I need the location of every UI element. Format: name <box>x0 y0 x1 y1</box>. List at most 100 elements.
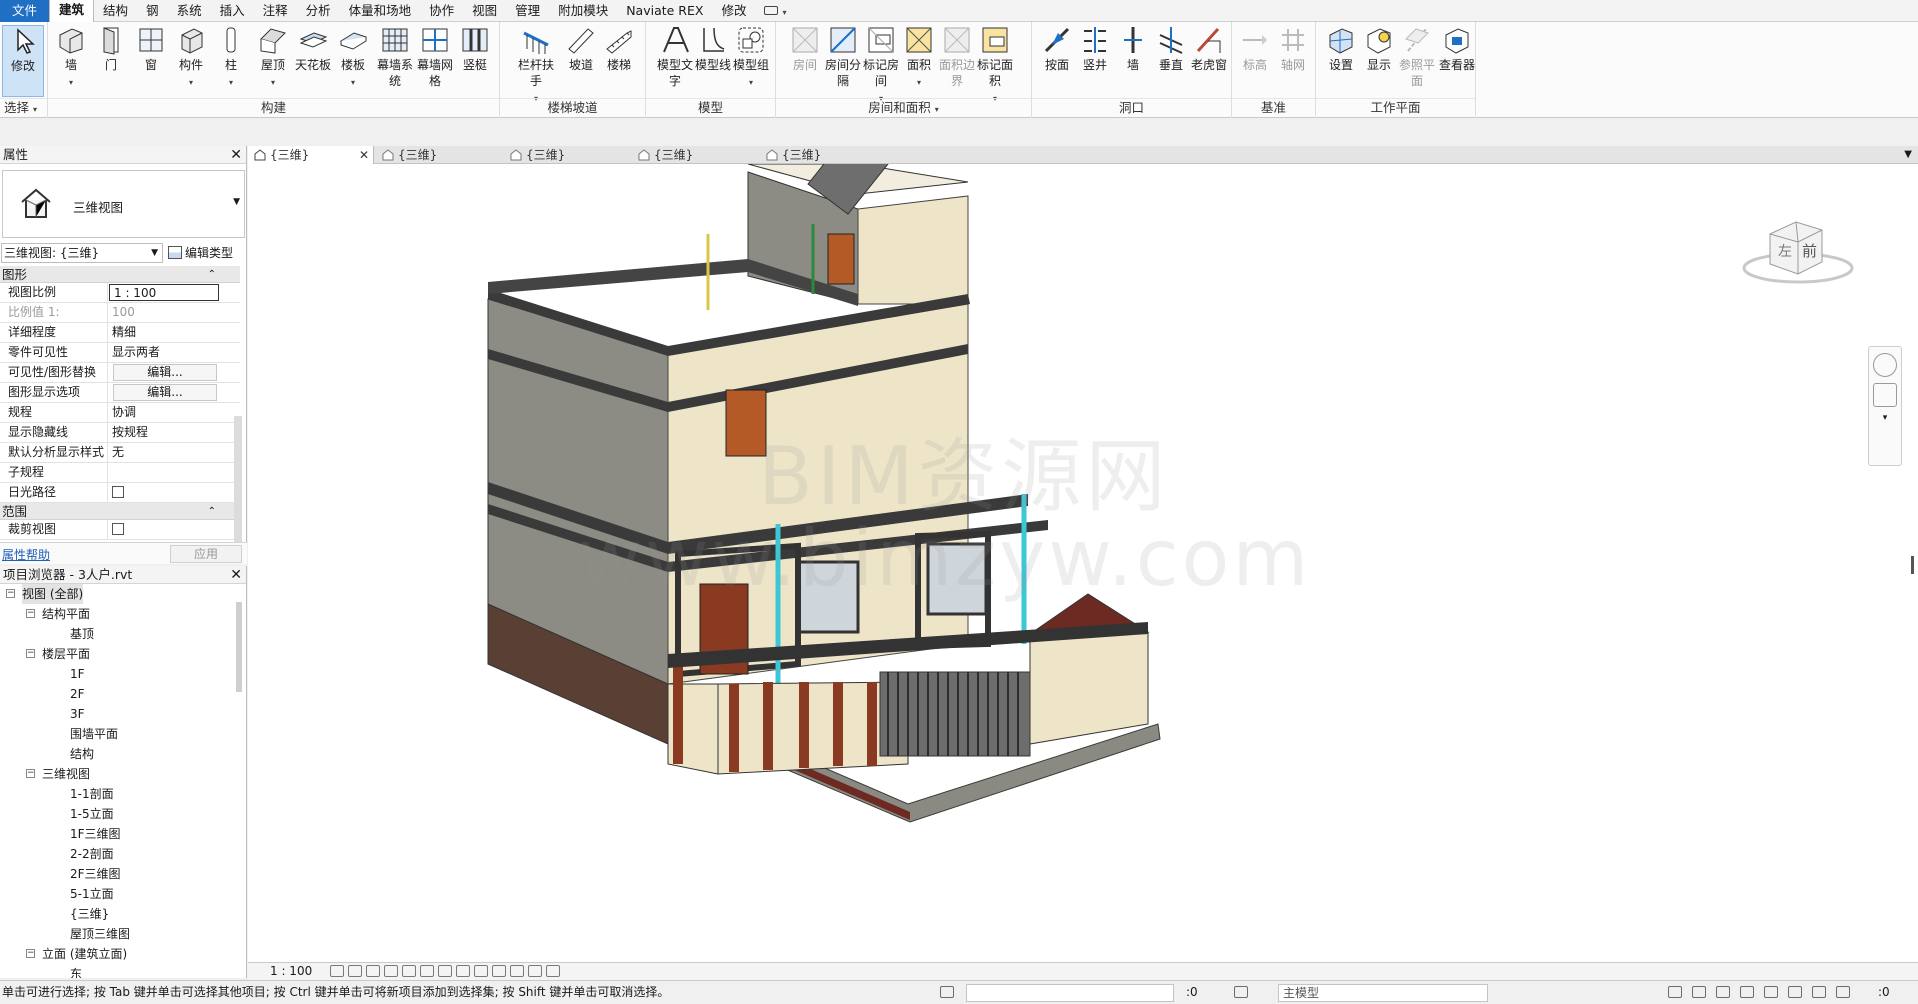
properties-help-link[interactable]: 属性帮助 <box>2 546 50 563</box>
ref-plane-button[interactable]: 参照平面 <box>1398 25 1436 89</box>
collapse-toggle-icon[interactable]: − <box>26 949 35 958</box>
prop-value[interactable]: 协调 <box>108 403 218 422</box>
edit-graphic-display-button[interactable]: 编辑... <box>113 384 217 401</box>
tab-overflow-icon[interactable]: ▼ <box>1904 146 1912 164</box>
view-tab-3d[interactable]: {三维} <box>632 146 752 164</box>
collapse-toggle-icon[interactable]: − <box>6 589 15 598</box>
collapse-toggle-icon[interactable]: − <box>26 769 35 778</box>
room-area-group-label[interactable]: 房间和面积 ▾ <box>776 98 1031 116</box>
temp-hide-icon[interactable] <box>474 965 488 977</box>
apply-button[interactable]: 应用 <box>170 545 242 563</box>
menu-tab-naviate[interactable]: Naviate REX <box>617 0 712 22</box>
component-button[interactable]: 构件 ▾ <box>172 25 210 91</box>
prop-row-discipline[interactable]: 规程 协调 <box>0 403 240 423</box>
prop-value-input[interactable]: 1 : 100 <box>109 284 219 301</box>
view-tab-3d[interactable]: {三维} <box>504 146 624 164</box>
instance-filter-dropdown[interactable]: 三维视图: {三维} ▼ <box>1 243 163 263</box>
detail-level-icon[interactable] <box>330 965 344 977</box>
stair-button[interactable]: 楼梯 <box>600 25 638 73</box>
prop-value[interactable]: 精细 <box>108 323 218 342</box>
ceiling-button[interactable]: 天花板 <box>294 25 332 73</box>
tree-item[interactable]: 1-1剖面 <box>0 784 236 804</box>
tree-group[interactable]: − 结构平面 <box>0 604 236 624</box>
model-group-button[interactable]: 模型组 ▾ <box>732 25 770 91</box>
tree-group[interactable]: − 立面 (建筑立面) <box>0 944 236 964</box>
worksets-icon[interactable] <box>940 986 954 998</box>
grid-button[interactable]: 轴网 <box>1274 25 1312 73</box>
area-boundary-button[interactable]: 面积边界 <box>938 25 976 89</box>
wall-opening-button[interactable]: 墙 <box>1114 25 1152 73</box>
tree-root-views[interactable]: − 视图 (全部) <box>0 584 236 604</box>
workset-dropdown[interactable] <box>966 984 1174 1002</box>
floor-button[interactable]: 楼板 ▾ <box>334 25 372 91</box>
show-workplane-button[interactable]: 显示 <box>1360 25 1398 73</box>
tree-item[interactable]: 屋顶三维图 <box>0 924 236 944</box>
menu-tab-massing[interactable]: 体量和场地 <box>340 0 421 22</box>
prop-row-analysis-style[interactable]: 默认分析显示样式无 <box>0 443 240 463</box>
vertical-button[interactable]: 垂直 <box>1152 25 1190 73</box>
menu-tab-analyze[interactable]: 分析 <box>297 0 340 22</box>
collapse-toggle-icon[interactable]: − <box>26 649 35 658</box>
tree-group[interactable]: − 楼层平面 <box>0 644 236 664</box>
lock-view-icon[interactable] <box>456 965 470 977</box>
tree-item[interactable]: 2F <box>0 684 236 704</box>
view-tab-3d[interactable]: {三维} <box>376 146 496 164</box>
collapse-icon[interactable]: ⌃ <box>208 503 216 520</box>
railing-button[interactable]: 栏杆扶手 ▾ <box>514 25 558 107</box>
tree-item[interactable]: 1F三维图 <box>0 824 236 844</box>
crop-view-checkbox[interactable] <box>112 523 124 535</box>
dormer-button[interactable]: 老虎窗 <box>1190 25 1228 73</box>
browser-scrollbar[interactable] <box>236 602 242 692</box>
tree-item[interactable]: 基顶 <box>0 624 236 644</box>
prop-row-sub-discipline[interactable]: 子规程 <box>0 463 240 483</box>
modify-button[interactable]: 修改 <box>2 25 44 97</box>
tree-item[interactable]: 2F三维图 <box>0 864 236 884</box>
visual-style-icon[interactable] <box>348 965 362 977</box>
view-tab-3d[interactable]: {三维} <box>760 146 880 164</box>
window-button[interactable]: 窗 <box>132 25 170 73</box>
zoom-icon[interactable] <box>1873 383 1897 407</box>
menu-tab-manage[interactable]: 管理 <box>506 0 549 22</box>
roof-button[interactable]: 屋顶 ▾ <box>254 25 292 91</box>
menu-tab-structure[interactable]: 结构 <box>94 0 137 22</box>
prop-row-hidden-lines[interactable]: 显示隐藏线 按规程 <box>0 423 240 443</box>
select-underlay-icon[interactable] <box>1692 986 1706 998</box>
prop-value[interactable]: 无 <box>108 443 218 462</box>
type-selector[interactable]: 三维视图 ▼ <box>2 170 245 238</box>
level-button[interactable]: 标高 <box>1236 25 1274 73</box>
edit-visibility-button[interactable]: 编辑... <box>113 364 217 381</box>
ramp-button[interactable]: 坡道 <box>562 25 600 73</box>
prop-row-detail-level[interactable]: 详细程度 精细 <box>0 323 240 343</box>
viewcube[interactable]: 左 前 <box>1738 216 1858 296</box>
tree-item[interactable]: {三维} <box>0 904 236 924</box>
by-face-button[interactable]: 按面 <box>1038 25 1076 73</box>
drag-elements-icon[interactable] <box>1764 986 1778 998</box>
viewer-button[interactable]: 查看器 <box>1438 25 1476 73</box>
tree-item[interactable]: 3F <box>0 704 236 724</box>
filter-funnel-icon[interactable] <box>1836 986 1850 998</box>
section-header-extents[interactable]: 范围 ⌃ <box>0 503 240 520</box>
select-by-face-icon[interactable] <box>1740 986 1754 998</box>
shaft-button[interactable]: 竖井 <box>1076 25 1114 73</box>
tree-item[interactable]: 2-2剖面 <box>0 844 236 864</box>
steering-wheel-icon[interactable] <box>1873 353 1897 377</box>
prop-value[interactable] <box>108 463 218 482</box>
column-button[interactable]: 柱 ▾ <box>212 25 250 91</box>
close-icon[interactable]: ✕ <box>359 146 369 164</box>
analysis-icon[interactable] <box>510 965 524 977</box>
background-process-icon[interactable] <box>1788 986 1802 998</box>
collapse-icon[interactable]: ⌃ <box>208 266 216 283</box>
ribbon-display-toggle[interactable]: ▾ <box>755 0 795 22</box>
viewport-splitter[interactable] <box>1911 556 1914 574</box>
reveal-hidden-icon[interactable] <box>492 965 506 977</box>
3d-viewport[interactable]: BIM资源网 www.bimzyw.com 左 前 ▾ <box>248 164 1918 962</box>
render-icon[interactable] <box>402 965 416 977</box>
editable-only-icon[interactable] <box>1234 986 1248 998</box>
tree-item[interactable]: 5-1立面 <box>0 884 236 904</box>
tree-item[interactable]: 结构 <box>0 744 236 764</box>
section-header-graphics[interactable]: 图形 ⌃ <box>0 266 240 283</box>
properties-scrollbar[interactable] <box>234 416 242 556</box>
menu-tab-architecture[interactable]: 建筑 <box>49 0 95 22</box>
model-text-button[interactable]: 模型文字 <box>656 25 694 89</box>
tree-item[interactable]: 围墙平面 <box>0 724 236 744</box>
